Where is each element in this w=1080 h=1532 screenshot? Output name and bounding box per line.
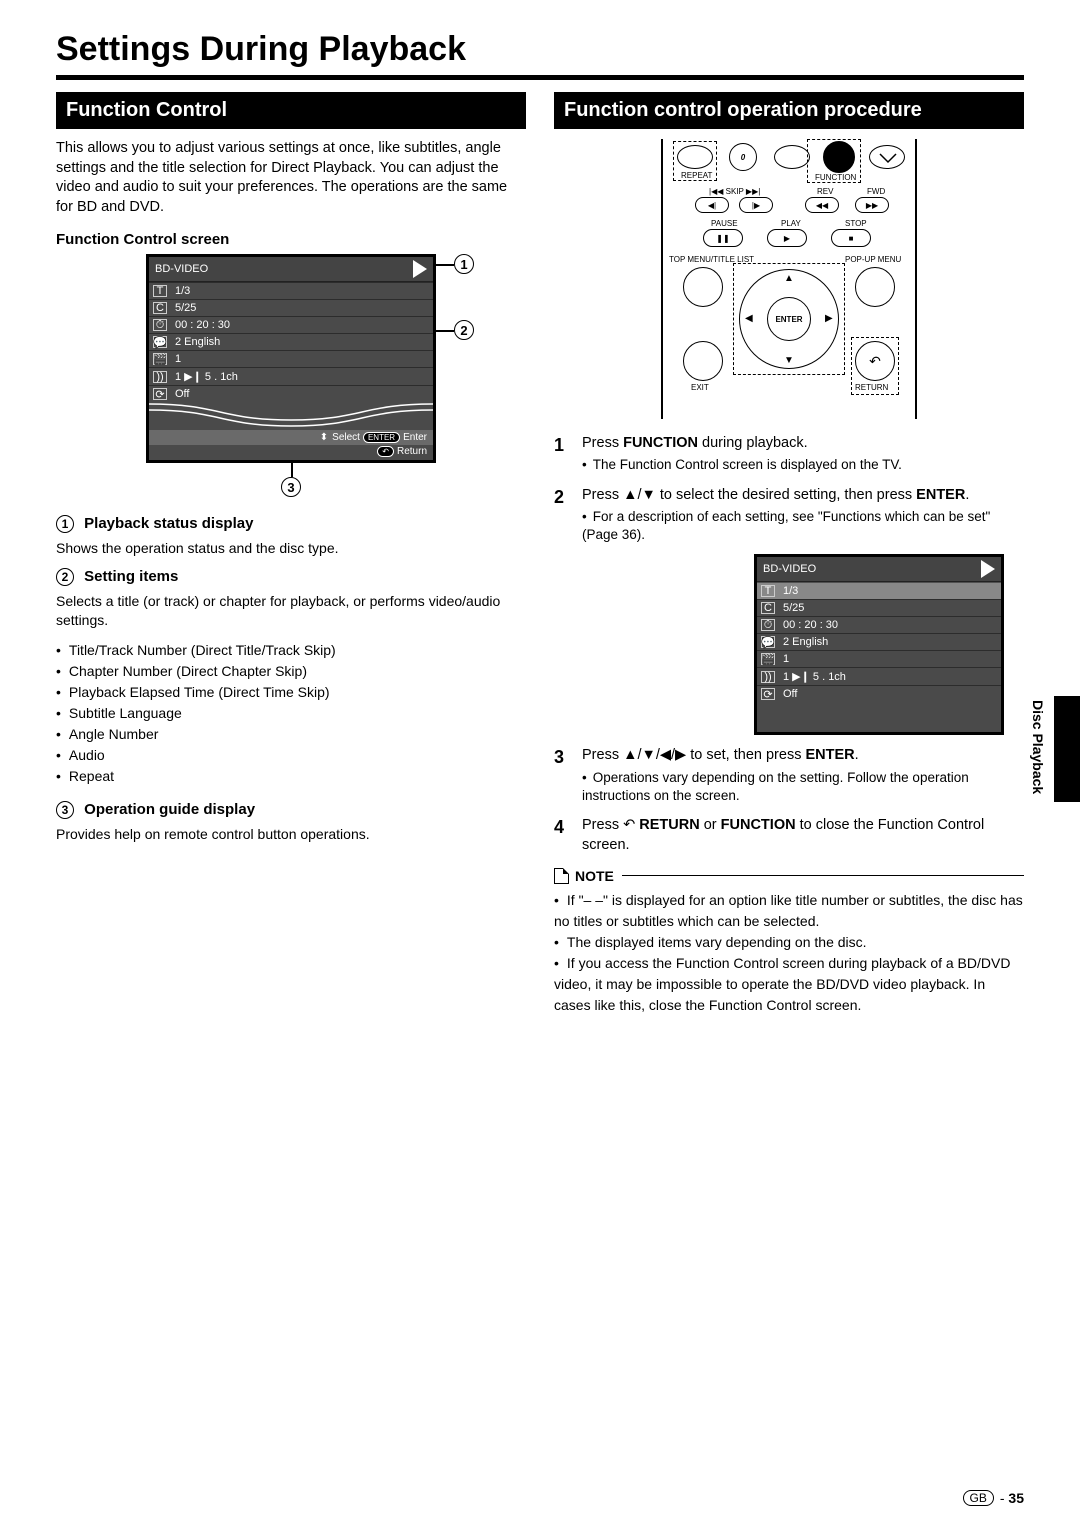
repeat-icon: ⟳ (153, 388, 167, 400)
circled-1-icon: 1 (56, 515, 74, 533)
item-1-title: 1 Playback status display (56, 515, 526, 533)
subtitle-icon: 💬 (153, 336, 167, 348)
time-icon: ⏱ (153, 319, 167, 331)
subhead-screen: Function Control screen (56, 231, 526, 248)
item-title-text: Setting items (84, 568, 178, 585)
list-item: Audio (56, 745, 526, 766)
4way-icon: ▲/▼/◀/▶ (623, 747, 686, 763)
remote-diagram: 0 REPEAT FUNCTION |◀◀ SKIP ▶▶| REV FWD ◀… (639, 139, 939, 419)
chapter-icon: C (153, 302, 167, 314)
list-item: If "– –" is displayed for an option like… (554, 890, 1024, 932)
list-item: Angle Number (56, 724, 526, 745)
side-section-label: Disc Playback (1030, 700, 1046, 794)
region-badge: GB (963, 1490, 994, 1506)
callout-lead (436, 264, 454, 266)
item-title-text: Playback status display (84, 515, 253, 532)
osd-row-text: 00 : 20 : 30 (175, 319, 230, 331)
note-label: NOTE (575, 868, 614, 884)
updown-icon: ⬍ (320, 432, 328, 443)
guide-return: Return (397, 446, 427, 457)
circled-3-icon: 3 (56, 801, 74, 819)
guide-enter: Enter (403, 432, 427, 443)
updown-icon: ▲/▼ (623, 487, 656, 503)
osd-header: BD-VIDEO (155, 263, 208, 275)
item-1-desc: Shows the operation status and the disc … (56, 539, 526, 558)
osd-row-text: 2 English (175, 336, 220, 348)
title-icon: T (153, 285, 167, 297)
osd-row-text: Off (175, 388, 189, 400)
list-item: Subtitle Language (56, 703, 526, 724)
audio-icon: )) (153, 371, 167, 383)
angle-icon: 🎬 (153, 353, 167, 365)
footer-sep: - (1000, 1490, 1005, 1506)
step-sub: For a description of each setting, see "… (582, 508, 1024, 544)
play-icon (413, 260, 427, 278)
osd-row-text: 5/25 (175, 302, 196, 314)
setting-items-list: Title/Track Number (Direct Title/Track S… (56, 640, 526, 787)
item-3-title: 3 Operation guide display (56, 801, 526, 819)
item-2-desc: Selects a title (or track) or chapter fo… (56, 592, 526, 630)
list-item: Chapter Number (Direct Chapter Skip) (56, 661, 526, 682)
note-heading: NOTE (554, 868, 1024, 884)
osd-screenshot: BD-VIDEO T 1/3 C 5/25 ⏱ 00 : 20 : 30 💬 2 Eng… (146, 254, 436, 463)
list-item: Repeat (56, 766, 526, 787)
section-heading-function-control: Function Control (56, 92, 526, 129)
osd-row-text: 1 (175, 353, 181, 365)
guide-select: Select (332, 432, 360, 443)
item-title-text: Operation guide display (84, 801, 255, 818)
osd-screenshot-2: BD-VIDEO T1/3 C5/25 ⏱00 : 20 : 30 💬2 Eng… (754, 554, 1004, 735)
enter-pill: ENTER (363, 432, 400, 443)
return-icon: ↶ (623, 817, 635, 833)
callout-2: 2 (454, 320, 474, 340)
osd-row-text: 1 ▶❙ 5 . 1ch (175, 370, 238, 383)
item-3-desc: Provides help on remote control button o… (56, 825, 526, 844)
list-item: The displayed items vary depending on th… (554, 932, 1024, 953)
callout-lead (291, 463, 293, 477)
title-rule (56, 75, 1024, 80)
side-tab-marker (1054, 696, 1080, 802)
intro-text: This allows you to adjust various settin… (56, 139, 526, 217)
step-1: 1 Press FUNCTION during playback. The Fu… (554, 433, 1024, 475)
list-item: Title/Track Number (Direct Title/Track S… (56, 640, 526, 661)
callout-1: 1 (454, 254, 474, 274)
step-2: 2 Press ▲/▼ to select the desired settin… (554, 485, 1024, 545)
step-sub: Operations vary depending on the setting… (582, 769, 1024, 805)
step-4: 4 Press ↶ RETURN or FUNCTION to close th… (554, 815, 1024, 856)
osd-header: BD-VIDEO (763, 563, 816, 575)
item-2-title: 2 Setting items (56, 568, 526, 586)
page-number: 35 (1008, 1490, 1024, 1506)
osd-row-text: 1/3 (175, 285, 190, 297)
step-3: 3 Press ▲/▼/◀/▶ to set, then press ENTER… (554, 745, 1024, 805)
step-sub: The Function Control screen is displayed… (582, 456, 1024, 474)
list-item: If you access the Function Control scree… (554, 953, 1024, 1016)
callout-lead (436, 330, 454, 332)
note-icon (554, 868, 569, 884)
return-pill: ↶ (377, 446, 394, 457)
section-heading-procedure: Function control operation procedure (554, 92, 1024, 129)
play-icon (981, 560, 995, 578)
note-list: If "– –" is displayed for an option like… (554, 890, 1024, 1016)
page-footer: GB - 35 (963, 1490, 1024, 1506)
note-rule (622, 875, 1024, 877)
circled-2-icon: 2 (56, 568, 74, 586)
page-title: Settings During Playback (56, 30, 1024, 69)
list-item: Playback Elapsed Time (Direct Time Skip) (56, 682, 526, 703)
